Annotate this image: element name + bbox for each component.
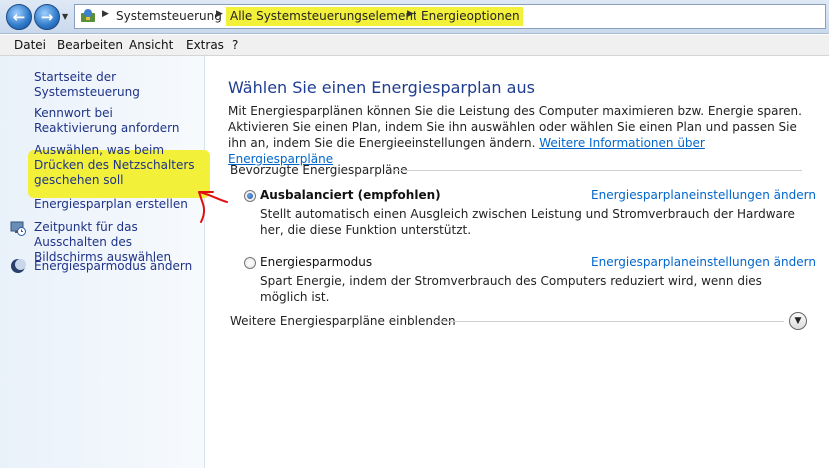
- plan-radio-power-saver[interactable]: [244, 257, 256, 269]
- breadcrumb-all-items[interactable]: Alle Systemsteuerungselemente: [230, 9, 425, 23]
- menu-help[interactable]: ?: [232, 38, 238, 52]
- plan-radio-balanced[interactable]: [244, 190, 256, 202]
- page-description: Mit Energiesparplänen können Sie die Lei…: [228, 103, 808, 167]
- breadcrumb[interactable]: ▶ Systemsteuerung ▶ Alle Systemsteuerung…: [74, 4, 826, 29]
- address-bar: ← → ▼ ▶ Systemsteuerung ▶ Alle Systemste…: [0, 0, 829, 34]
- plan-name-power-saver[interactable]: Energiesparmodus: [260, 255, 372, 269]
- show-more-plans-label[interactable]: Weitere Energiesparpläne einblenden: [230, 314, 456, 328]
- sidebar-link-password[interactable]: Kennwort bei Reaktivierung anfordern: [34, 106, 194, 136]
- breadcrumb-systemsteuerung[interactable]: Systemsteuerung: [116, 9, 222, 23]
- plan-name-balanced[interactable]: Ausbalanciert (empfohlen): [260, 188, 441, 202]
- menu-bar: Datei Bearbeiten Ansicht Extras ?: [0, 35, 829, 56]
- breadcrumb-chevron-icon[interactable]: ▶: [216, 9, 223, 19]
- breadcrumb-energieoptionen[interactable]: Energieoptionen: [421, 9, 520, 23]
- moon-icon: [11, 259, 26, 273]
- forward-button[interactable]: →: [34, 4, 60, 30]
- recent-pages-dropdown-icon[interactable]: ▼: [62, 12, 68, 21]
- monitor-clock-icon: [10, 221, 26, 236]
- annotation-arrow: [198, 191, 228, 223]
- plan-settings-link-balanced[interactable]: Energiesparplaneinstellungen ändern: [591, 188, 816, 202]
- sidebar-link-power-button[interactable]: Auswählen, was beim Drücken des Netzscha…: [34, 143, 204, 188]
- sidebar-home-link[interactable]: Startseite der Systemsteuerung: [34, 70, 204, 100]
- chevron-down-icon: ▼: [794, 316, 802, 326]
- back-button[interactable]: ←: [6, 4, 32, 30]
- more-plans-divider: [432, 321, 784, 322]
- expand-more-plans-button[interactable]: ▼: [789, 312, 807, 330]
- menu-datei[interactable]: Datei: [14, 38, 46, 52]
- sidebar-link-sleep[interactable]: Energiesparmodus ändern: [34, 259, 204, 274]
- section-divider: [392, 170, 802, 171]
- sidebar: Startseite der Systemsteuerung Kennwort …: [0, 56, 210, 468]
- breadcrumb-chevron-icon[interactable]: ▶: [407, 9, 414, 19]
- forward-arrow-icon: →: [40, 8, 54, 26]
- plan-desc-balanced: Stellt automatisch einen Ausgleich zwisc…: [260, 207, 795, 237]
- sidebar-link-create-plan[interactable]: Energiesparplan erstellen: [34, 197, 204, 212]
- menu-bearbeiten[interactable]: Bearbeiten: [57, 38, 123, 52]
- description-text: Mit Energiesparplänen können Sie die Lei…: [228, 104, 802, 150]
- menu-ansicht[interactable]: Ansicht: [129, 38, 173, 52]
- breadcrumb-chevron-icon[interactable]: ▶: [102, 9, 109, 19]
- menu-extras[interactable]: Extras: [186, 38, 224, 52]
- plan-desc-power-saver: Spart Energie, indem der Stromverbrauch …: [260, 274, 762, 304]
- plan-settings-link-power-saver[interactable]: Energiesparplaneinstellungen ändern: [591, 255, 816, 269]
- control-panel-icon: [81, 9, 95, 22]
- back-arrow-icon: ←: [12, 8, 26, 26]
- preferred-plans-heading: Bevorzugte Energiesparpläne: [230, 163, 408, 177]
- page-title: Wählen Sie einen Energiesparplan aus: [228, 78, 535, 97]
